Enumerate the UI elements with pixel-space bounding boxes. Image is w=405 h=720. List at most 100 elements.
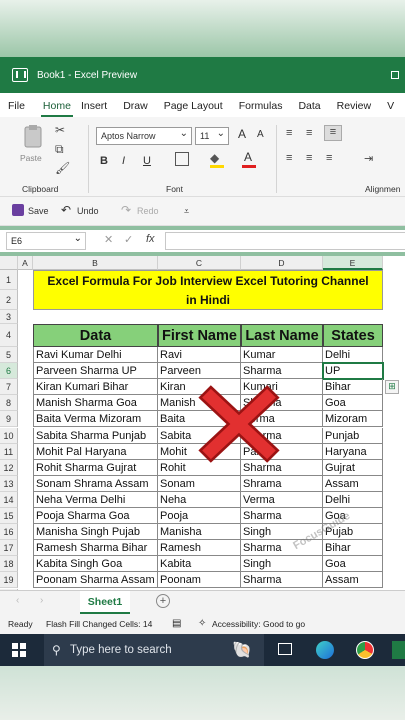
- font-name-select[interactable]: Aptos Narrow: [96, 127, 192, 145]
- indent-icon[interactable]: ⇥: [364, 152, 373, 165]
- table-cell[interactable]: Goa: [323, 395, 383, 412]
- status-accessibility[interactable]: Accessibility: Good to go: [212, 619, 305, 629]
- align-bottom-icon[interactable]: ≡: [324, 125, 342, 141]
- row-header[interactable]: 5: [0, 347, 18, 364]
- excel-taskbar-icon[interactable]: [392, 641, 405, 659]
- table-cell[interactable]: Manisha: [158, 524, 241, 541]
- table-cell[interactable]: Mohit Pal Haryana: [33, 443, 158, 460]
- row-header[interactable]: 15: [0, 508, 18, 525]
- menu-formulas[interactable]: Formulas: [239, 100, 291, 117]
- table-cell[interactable]: Sharma: [241, 508, 323, 525]
- windows-start-icon[interactable]: [12, 643, 26, 657]
- scroll-left-icon[interactable]: ‹: [16, 595, 19, 606]
- copy-icon[interactable]: ⧉: [55, 142, 64, 157]
- font-color-icon[interactable]: A: [244, 150, 252, 164]
- table-cell[interactable]: Pooja Sharma Goa: [33, 508, 158, 525]
- fill-color-icon[interactable]: ◆: [210, 151, 219, 165]
- underline-button[interactable]: U: [143, 155, 151, 167]
- align-middle-icon[interactable]: ≡: [306, 127, 312, 139]
- table-cell[interactable]: Goa: [323, 556, 383, 573]
- table-cell[interactable]: Haryana: [323, 443, 383, 460]
- row-header[interactable]: 11: [0, 443, 18, 460]
- shrink-font-button[interactable]: A: [257, 129, 264, 140]
- col-header-d[interactable]: D: [241, 256, 323, 270]
- menu-file[interactable]: File: [8, 100, 33, 117]
- select-all-corner[interactable]: [0, 256, 18, 270]
- macro-icon[interactable]: ▤: [172, 618, 181, 629]
- enter-icon[interactable]: ✓: [124, 233, 133, 246]
- row-header[interactable]: 17: [0, 540, 18, 557]
- table-cell[interactable]: Kabita Singh Goa: [33, 556, 158, 573]
- row-header[interactable]: 1: [0, 270, 18, 290]
- col-header-e[interactable]: E: [323, 256, 383, 270]
- table-cell[interactable]: Sharma: [241, 572, 323, 589]
- menu-review[interactable]: Review: [337, 100, 379, 117]
- table-cell[interactable]: UP: [322, 362, 384, 381]
- customize-qat-icon[interactable]: ⩡: [184, 206, 189, 217]
- table-cell[interactable]: Manish Sharma Goa: [33, 395, 158, 412]
- task-view-icon[interactable]: [278, 643, 292, 655]
- italic-button[interactable]: I: [122, 155, 125, 167]
- taskbar-search[interactable]: ⚲ Type here to search: [44, 634, 264, 666]
- table-cell[interactable]: Manisha Singh Pujab: [33, 524, 158, 541]
- table-cell[interactable]: Baita Verma Mizoram: [33, 411, 158, 428]
- row-header[interactable]: 8: [0, 395, 18, 412]
- table-cell[interactable]: Assam: [323, 475, 383, 492]
- menu-draw[interactable]: Draw: [123, 100, 156, 117]
- table-cell[interactable]: Delhi: [323, 347, 383, 364]
- table-cell[interactable]: Kumar: [241, 347, 323, 364]
- borders-icon[interactable]: [175, 152, 189, 166]
- table-cell[interactable]: Neha Verma Delhi: [33, 491, 158, 508]
- col-header-b[interactable]: B: [33, 256, 158, 270]
- align-center-icon[interactable]: ≡: [306, 152, 312, 164]
- row-header[interactable]: 9: [0, 411, 18, 428]
- undo-button[interactable]: Undo: [77, 206, 99, 216]
- font-size-select[interactable]: 11: [195, 127, 229, 145]
- row-header[interactable]: 4: [0, 324, 18, 347]
- row-header[interactable]: 10: [0, 427, 18, 444]
- row-header[interactable]: 18: [0, 556, 18, 573]
- table-cell[interactable]: Shrama: [241, 475, 323, 492]
- undo-icon[interactable]: ↶: [61, 203, 71, 217]
- table-cell[interactable]: Sonam: [158, 475, 241, 492]
- sheet-tab-sheet1[interactable]: Sheet1: [80, 591, 130, 614]
- table-cell[interactable]: Sabita Sharma Punjab: [33, 427, 158, 444]
- row-header[interactable]: 6: [0, 363, 18, 380]
- table-cell[interactable]: Poonam Sharma Assam: [33, 572, 158, 589]
- table-cell[interactable]: Poonam: [158, 572, 241, 589]
- table-cell[interactable]: Singh: [241, 556, 323, 573]
- menu-view[interactable]: V: [387, 100, 402, 117]
- row-header[interactable]: 13: [0, 475, 18, 492]
- table-cell[interactable]: Kiran Kumari Bihar: [33, 379, 158, 396]
- add-sheet-button[interactable]: +: [156, 594, 170, 608]
- table-cell[interactable]: Delhi: [323, 491, 383, 508]
- table-cell[interactable]: Neha: [158, 491, 241, 508]
- table-cell[interactable]: Assam: [323, 572, 383, 589]
- scroll-right-icon[interactable]: ›: [40, 595, 43, 606]
- table-cell[interactable]: Verma: [241, 491, 323, 508]
- table-cell[interactable]: Mizoram: [323, 411, 383, 428]
- col-header-c[interactable]: C: [158, 256, 241, 270]
- restore-icon[interactable]: [391, 71, 399, 79]
- row-header[interactable]: 2: [0, 290, 18, 310]
- accessibility-icon[interactable]: ✧: [198, 618, 206, 629]
- paste-button[interactable]: [22, 123, 46, 153]
- menu-data[interactable]: Data: [298, 100, 328, 117]
- formula-input[interactable]: [165, 232, 405, 250]
- bold-button[interactable]: B: [100, 155, 108, 167]
- cut-icon[interactable]: ✂: [55, 123, 65, 137]
- table-cell[interactable]: Ravi Kumar Delhi: [33, 347, 158, 364]
- table-cell[interactable]: Ramesh: [158, 540, 241, 557]
- row-header[interactable]: 14: [0, 491, 18, 508]
- table-cell[interactable]: Punjab: [323, 427, 383, 444]
- table-cell[interactable]: Gujrat: [323, 459, 383, 476]
- table-cell[interactable]: Bihar: [323, 540, 383, 557]
- redo-button[interactable]: Redo: [137, 206, 159, 216]
- menu-page-layout[interactable]: Page Layout: [164, 100, 231, 117]
- insert-function-icon[interactable]: fx: [146, 233, 155, 245]
- table-cell[interactable]: Kabita: [158, 556, 241, 573]
- name-box[interactable]: E6: [6, 232, 86, 250]
- chrome-icon[interactable]: [356, 641, 374, 659]
- cancel-icon[interactable]: ✕: [104, 233, 113, 246]
- row-header[interactable]: 19: [0, 572, 18, 589]
